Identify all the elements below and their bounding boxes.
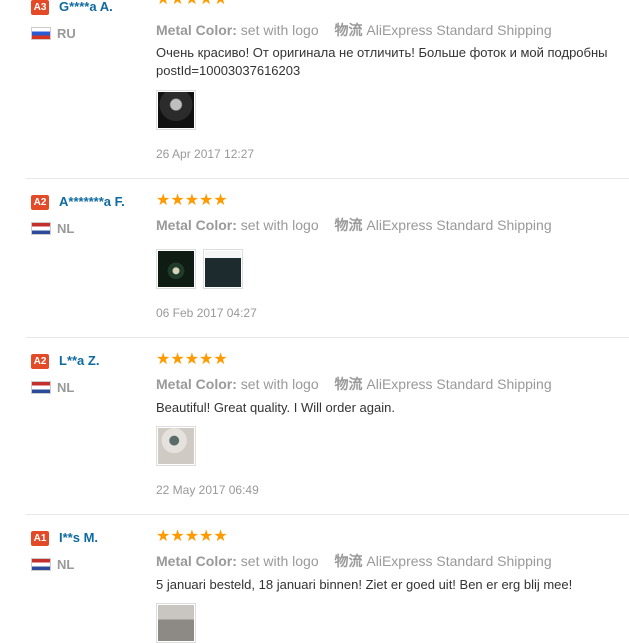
buyer-country: RU (57, 26, 76, 41)
metal-color-label: Metal Color: (156, 22, 237, 38)
shipping-label: 物流 (334, 22, 363, 38)
star-rating: ★★★★★ (156, 528, 228, 545)
review-text: Beautiful! Great quality. I Will order a… (156, 399, 626, 417)
review-divider (26, 337, 629, 338)
review-attributes: Metal Color: set with logo 物流 AliExpress… (156, 20, 552, 40)
star-rating: ★★★★★ (156, 0, 228, 8)
shipping-label: 物流 (334, 217, 363, 233)
review-attributes: Metal Color: set with logo 物流 AliExpress… (156, 551, 552, 571)
flag-nl-icon (31, 222, 51, 235)
metal-color-value: set with logo (240, 553, 319, 569)
buyer-name: G****a A. (59, 0, 113, 14)
review-text: Очень красиво! От оригинала не отличить!… (156, 44, 626, 80)
metal-color-label: Metal Color: (156, 217, 237, 233)
review-divider (26, 178, 629, 179)
review-photo-thumbnail[interactable] (156, 90, 196, 130)
shipping-value: AliExpress Standard Shipping (366, 553, 552, 569)
review-text-line: 5 januari besteld, 18 januari binnen! Zi… (156, 577, 573, 592)
flag-nl-icon (31, 381, 51, 394)
shipping-value: AliExpress Standard Shipping (366, 22, 552, 38)
shipping-value: AliExpress Standard Shipping (366, 376, 552, 392)
star-rating: ★★★★★ (156, 192, 228, 209)
review-text-line: Очень красиво! От оригинала не отличить!… (156, 45, 608, 60)
review-photo (158, 251, 194, 287)
buyer-level-badge: A3 (31, 0, 49, 15)
flag-ru-icon (31, 27, 51, 40)
review-photo (158, 428, 194, 464)
review-date: 06 Feb 2017 04:27 (156, 306, 257, 320)
review-attributes: Metal Color: set with logo 物流 AliExpress… (156, 215, 552, 235)
review-photo-thumbnail[interactable] (156, 249, 196, 289)
flag-nl-icon (31, 558, 51, 571)
shipping-label: 物流 (334, 553, 363, 569)
metal-color-value: set with logo (240, 376, 319, 392)
review-divider (26, 514, 629, 515)
buyer-country: NL (57, 380, 75, 395)
review-text-line: Beautiful! Great quality. I Will order a… (156, 400, 395, 415)
buyer-name: A*******a F. (59, 194, 125, 209)
review-photo (158, 605, 194, 641)
buyer-name: I**s M. (59, 530, 99, 545)
review-attributes: Metal Color: set with logo 物流 AliExpress… (156, 374, 552, 394)
metal-color-value: set with logo (240, 217, 319, 233)
review-photo (205, 251, 241, 287)
buyer-country: NL (57, 557, 75, 572)
buyer-level-badge: A2 (31, 195, 49, 210)
review-date: 26 Apr 2017 12:27 (156, 147, 255, 161)
review-photo-thumbnail[interactable] (156, 426, 196, 466)
review-photo-thumbnail[interactable] (203, 249, 243, 289)
review-date: 22 May 2017 06:49 (156, 483, 259, 497)
buyer-level-badge: A2 (31, 354, 49, 369)
metal-color-label: Metal Color: (156, 553, 237, 569)
buyer-name: L**a Z. (59, 353, 100, 368)
review-text: 5 januari besteld, 18 januari binnen! Zi… (156, 576, 626, 594)
review-photo-thumbnail[interactable] (156, 603, 196, 643)
review-photo (158, 92, 194, 128)
metal-color-label: Metal Color: (156, 376, 237, 392)
star-rating: ★★★★★ (156, 351, 228, 368)
shipping-value: AliExpress Standard Shipping (366, 217, 552, 233)
buyer-country: NL (57, 221, 75, 236)
buyer-level-badge: A1 (31, 531, 49, 546)
metal-color-value: set with logo (240, 22, 319, 38)
shipping-label: 物流 (334, 376, 363, 392)
review-text-line: postId=10003037616203 (156, 63, 301, 78)
